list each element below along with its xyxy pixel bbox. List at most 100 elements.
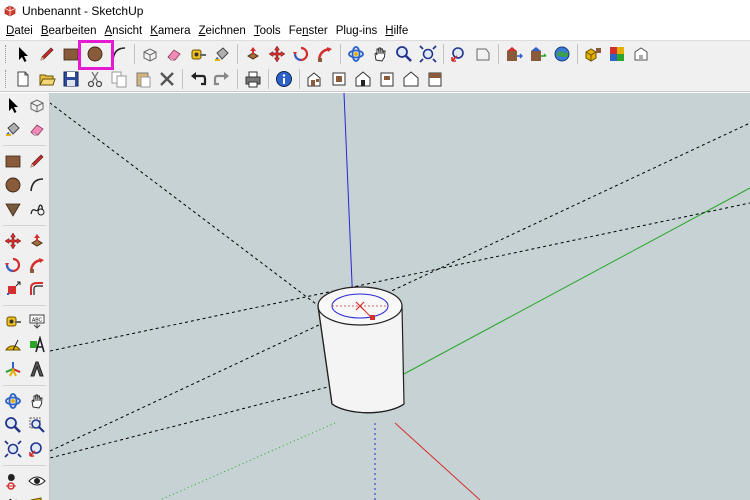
components-tool-button[interactable] [582, 43, 604, 65]
eraser-tool-button[interactable] [26, 118, 48, 140]
redo-button[interactable] [211, 68, 233, 90]
zoom-extents-tool-button[interactable] [417, 43, 439, 65]
share-model-tool-button[interactable] [527, 43, 549, 65]
follow-me-tool-button[interactable] [314, 43, 336, 65]
scene-canvas[interactable] [50, 93, 750, 500]
push-pull-tool-button[interactable] [242, 43, 264, 65]
print-button[interactable] [242, 68, 264, 90]
eraser-tool-icon [167, 48, 181, 60]
rotate-tool-button[interactable] [290, 43, 312, 65]
get-models-tool-button[interactable] [503, 43, 525, 65]
make-component-tool-button[interactable] [26, 94, 48, 116]
tool-row: ABC [0, 309, 49, 333]
menu-hilfe[interactable]: Hilfe [381, 22, 412, 40]
scale-tool-button[interactable] [2, 278, 24, 300]
front-view-button[interactable] [352, 68, 374, 90]
select-tool-button[interactable] [2, 94, 24, 116]
eraser-tool-button[interactable] [163, 43, 185, 65]
save-file-icon [63, 71, 79, 86]
pan-tool-button[interactable] [26, 390, 48, 412]
large-tool-set-toolbar: ABC [0, 93, 50, 500]
paint-bucket-tool-button[interactable] [2, 118, 24, 140]
orbit-tool-button[interactable] [345, 43, 367, 65]
axes-tool-button[interactable] [2, 358, 24, 380]
toolbar-grip[interactable] [5, 69, 8, 88]
rectangle-tool-button[interactable] [2, 150, 24, 172]
3d-text-tool-button[interactable] [26, 358, 48, 380]
select-tool-button[interactable] [12, 43, 34, 65]
freehand-tool-button[interactable] [26, 198, 48, 220]
polygon-tool-button[interactable] [2, 198, 24, 220]
tape-measure-tool-button[interactable] [2, 310, 24, 332]
next-view-tool-button[interactable] [472, 43, 494, 65]
paint-bucket-tool-button[interactable] [211, 43, 233, 65]
menu-plugins[interactable]: Plug-ins [332, 22, 382, 40]
styles-tool-button[interactable] [630, 43, 652, 65]
save-file-button[interactable] [60, 68, 82, 90]
arc-tool-button[interactable] [26, 174, 48, 196]
protractor-tool-button[interactable] [2, 334, 24, 356]
push-pull-tool-button[interactable] [26, 230, 48, 252]
menu-bearbeiten[interactable]: Bearbeiten [37, 22, 101, 40]
section-plane-tool-button[interactable] [26, 494, 48, 500]
print-icon [245, 71, 261, 87]
share-model-tool-icon [531, 46, 547, 61]
top-view-button[interactable] [328, 68, 350, 90]
line-tool-button[interactable] [26, 150, 48, 172]
toolbar-separator [3, 141, 46, 146]
red-axis-hidden-a [50, 102, 321, 308]
text-tool-icon [30, 336, 45, 353]
dimension-tool-button[interactable]: ABC [26, 310, 48, 332]
menu-zeichnen[interactable]: Zeichnen [195, 22, 250, 40]
iso-view-button[interactable] [304, 68, 326, 90]
zoom-window-tool-button[interactable] [26, 414, 48, 436]
undo-icon [191, 71, 207, 85]
move-tool-button[interactable] [2, 230, 24, 252]
orbit-tool-button[interactable] [2, 390, 24, 412]
menu-datei[interactable]: Datei [2, 22, 37, 40]
materials-tool-icon [610, 46, 624, 61]
rotate-tool-button[interactable] [2, 254, 24, 276]
zoom-tool-button[interactable] [2, 414, 24, 436]
tool-row [0, 277, 49, 301]
pencil-tool-button[interactable] [36, 43, 58, 65]
title-bar: Unbenannt - SketchUp [0, 0, 750, 22]
move-tool-button[interactable] [266, 43, 288, 65]
google-earth-tool-button[interactable] [551, 43, 573, 65]
left-view-button[interactable] [424, 68, 446, 90]
follow-me-tool-icon [317, 46, 332, 62]
materials-tool-button[interactable] [606, 43, 628, 65]
menu-kamera[interactable]: Kamera [146, 22, 194, 40]
zoom-extents-tool-button[interactable] [2, 438, 24, 460]
look-around-tool-button[interactable] [26, 470, 48, 492]
new-file-button[interactable] [12, 68, 34, 90]
text-tool-button[interactable] [26, 334, 48, 356]
model-info-button[interactable] [273, 68, 295, 90]
cylinder-model[interactable] [317, 286, 405, 414]
toolbar-grip[interactable] [5, 44, 8, 63]
delete-button[interactable] [156, 68, 178, 90]
offset-tool-button[interactable] [26, 278, 48, 300]
back-view-button[interactable] [400, 68, 422, 90]
follow-me-tool-button[interactable] [26, 254, 48, 276]
menu-ansicht[interactable]: Ansicht [101, 22, 147, 40]
tape-measure-tool-button[interactable] [187, 43, 209, 65]
position-camera-tool-button[interactable] [2, 470, 24, 492]
right-view-button[interactable] [376, 68, 398, 90]
paste-button[interactable] [132, 68, 154, 90]
pencil-tool-icon [40, 47, 54, 61]
drawing-viewport[interactable] [50, 93, 750, 500]
copy-button[interactable] [108, 68, 130, 90]
pan-tool-button[interactable] [369, 43, 391, 65]
cut-button[interactable] [84, 68, 106, 90]
open-file-button[interactable] [36, 68, 58, 90]
zoom-tool-button[interactable] [393, 43, 415, 65]
previous-view-tool-button[interactable] [448, 43, 470, 65]
walk-tool-button[interactable] [2, 494, 24, 500]
make-component-tool-button[interactable] [139, 43, 161, 65]
menu-fenster[interactable]: Fenster [285, 22, 332, 40]
undo-button[interactable] [187, 68, 209, 90]
circle-tool-button[interactable] [2, 174, 24, 196]
menu-tools[interactable]: Tools [250, 22, 285, 40]
previous-view-tool-button[interactable] [26, 438, 48, 460]
